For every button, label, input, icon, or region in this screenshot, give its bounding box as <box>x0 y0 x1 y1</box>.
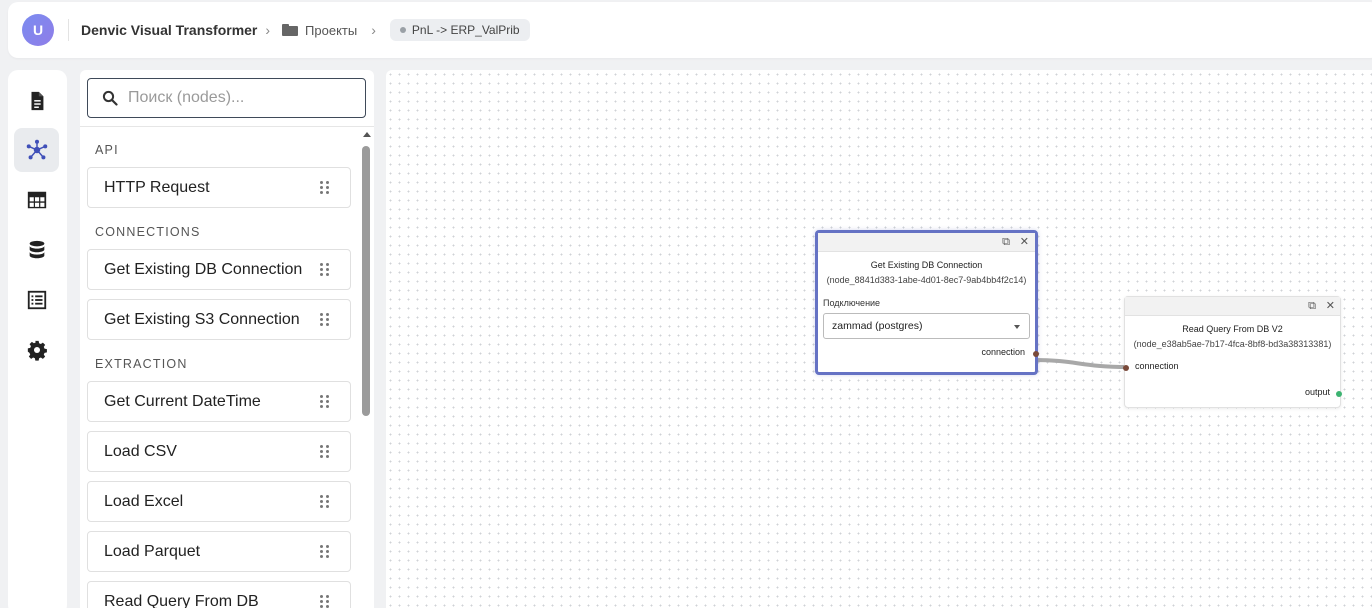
node-item-get-current-datetime[interactable]: Get Current DateTime <box>87 381 351 422</box>
database-icon <box>29 240 44 259</box>
table-icon <box>27 191 46 209</box>
input-port-label: connection <box>1135 361 1179 371</box>
gear-icon <box>27 340 47 361</box>
app-title[interactable]: Denvic Visual Transformer <box>81 22 257 38</box>
input-port-handle[interactable] <box>1123 365 1129 371</box>
output-port-label: output <box>1304 387 1330 397</box>
open-external-icon[interactable]: ⧉ <box>1308 300 1316 312</box>
node-item-label: Get Existing S3 Connection <box>104 310 300 328</box>
user-avatar[interactable]: U <box>22 14 54 46</box>
caret-down-icon <box>1014 325 1020 329</box>
node-get-existing-db-connection[interactable]: ⧉ ✕ Get Existing DB Connection (node_884… <box>815 230 1039 375</box>
breadcrumb-projects[interactable]: Проекты <box>305 23 357 38</box>
output-port-handle[interactable] <box>1336 391 1342 397</box>
header-divider <box>68 19 69 41</box>
document-icon <box>31 91 43 111</box>
rail-list-button[interactable] <box>14 278 59 322</box>
connection-select[interactable]: zammad (postgres) <box>823 313 1030 339</box>
network-icon <box>26 139 47 160</box>
folder-icon <box>282 24 299 36</box>
rail-documents-button[interactable] <box>14 79 59 123</box>
rail-tables-button[interactable] <box>14 178 59 222</box>
node-item-read-query-from-db[interactable]: Read Query From DB <box>87 581 351 608</box>
output-port-label: connection <box>981 347 1025 357</box>
node-item-label: Get Current DateTime <box>104 392 261 410</box>
chevron-right-icon: › <box>371 22 376 38</box>
rail-settings-button[interactable] <box>14 328 59 372</box>
input-port-row: connection <box>1123 361 1340 375</box>
rail-graph-button[interactable] <box>14 128 59 172</box>
output-port-handle[interactable] <box>1033 351 1039 357</box>
node-id: (node_8841d383-1abe-4d01-8ec7-9ab4bb4f2c… <box>826 275 1027 285</box>
node-palette-panel: API HTTP Request CONNECTIONS Get Existin… <box>80 70 374 608</box>
node-item-get-existing-s3-connection[interactable]: Get Existing S3 Connection <box>87 299 351 340</box>
list-icon <box>27 290 46 310</box>
section-title-api: API <box>95 143 119 157</box>
drag-handle-icon[interactable] <box>320 445 330 459</box>
node-item-label: Load Parquet <box>104 542 201 560</box>
node-search-box[interactable] <box>87 78 366 118</box>
section-title-extraction: EXTRACTION <box>95 357 188 371</box>
connection-field-label: Подключение <box>823 298 881 308</box>
scroll-up-arrow-icon[interactable] <box>363 132 371 137</box>
node-item-label: HTTP Request <box>104 178 210 196</box>
node-toolbar: ⧉ ✕ <box>818 233 1035 252</box>
node-item-load-excel[interactable]: Load Excel <box>87 481 351 522</box>
output-port-row: output <box>1125 387 1342 401</box>
flow-canvas[interactable]: ⧉ ✕ Get Existing DB Connection (node_884… <box>386 70 1372 608</box>
node-item-http-request[interactable]: HTTP Request <box>87 167 351 208</box>
left-nav-rail <box>8 70 67 608</box>
open-external-icon[interactable]: ⧉ <box>1002 236 1010 248</box>
panel-scrollbar-thumb[interactable] <box>362 146 370 416</box>
node-title: Read Query From DB V2 <box>1182 324 1283 334</box>
drag-handle-icon[interactable] <box>320 495 330 509</box>
node-item-load-csv[interactable]: Load CSV <box>87 431 351 472</box>
drag-handle-icon[interactable] <box>320 181 330 195</box>
panel-divider <box>80 126 374 127</box>
breadcrumb-current-project[interactable]: PnL -> ERP_ValPrib <box>389 19 530 41</box>
drag-handle-icon[interactable] <box>320 313 330 327</box>
top-header: U Denvic Visual Transformer › Проекты › … <box>8 2 1372 58</box>
node-item-label: Load Excel <box>104 492 184 510</box>
node-read-query-from-db-v2[interactable]: ⧉ ✕ Read Query From DB V2 (node_e38ab5ae… <box>1123 296 1342 408</box>
node-item-get-existing-db-connection[interactable]: Get Existing DB Connection <box>87 249 351 290</box>
connection-select-value: zammad (postgres) <box>832 320 923 332</box>
node-id: (node_e38ab5ae-7b17-4fca-8bf8-bd3a383133… <box>1133 339 1332 349</box>
drag-handle-icon[interactable] <box>320 263 330 277</box>
node-item-label: Load CSV <box>104 442 177 460</box>
drag-handle-icon[interactable] <box>320 595 330 608</box>
breadcrumb-current-label: PnL -> ERP_ValPrib <box>411 23 520 37</box>
section-title-connections: CONNECTIONS <box>95 225 201 239</box>
node-title: Get Existing DB Connection <box>870 260 983 270</box>
rail-database-button[interactable] <box>14 228 59 272</box>
close-icon[interactable]: ✕ <box>1326 300 1335 312</box>
status-dot-icon <box>399 27 406 33</box>
search-icon <box>102 90 118 106</box>
node-item-label: Get Existing DB Connection <box>104 260 303 278</box>
node-item-load-parquet[interactable]: Load Parquet <box>87 531 351 572</box>
drag-handle-icon[interactable] <box>320 395 330 409</box>
node-toolbar: ⧉ ✕ <box>1125 297 1340 316</box>
output-port-row: connection <box>818 347 1039 361</box>
chevron-right-icon: › <box>265 22 271 38</box>
drag-handle-icon[interactable] <box>320 545 330 559</box>
node-item-label: Read Query From DB <box>104 592 259 608</box>
close-icon[interactable]: ✕ <box>1020 236 1029 248</box>
node-search-input[interactable] <box>128 89 348 107</box>
